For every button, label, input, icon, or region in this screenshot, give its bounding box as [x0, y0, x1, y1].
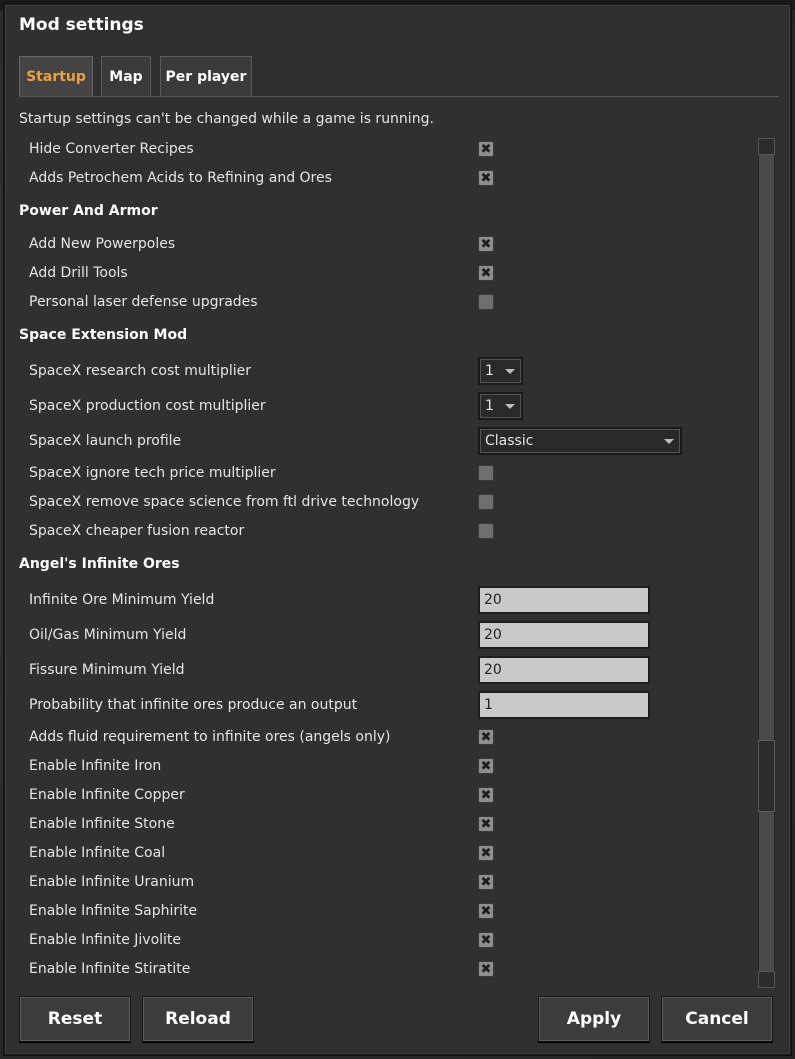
- setting-label: Add New Powerpoles: [29, 236, 176, 252]
- setting-label: Adds Petrochem Acids to Refining and Ore…: [29, 170, 332, 186]
- scrollbar-top-cap: [758, 138, 775, 155]
- probability-output-input[interactable]: [478, 691, 650, 719]
- setting-label: Infinite Ore Minimum Yield: [29, 592, 215, 608]
- oilgas-min-yield-input[interactable]: [478, 621, 650, 649]
- infinite-coal-checkbox[interactable]: ✖: [478, 845, 494, 861]
- setting-label: Enable Infinite Stiratite: [29, 961, 191, 977]
- setting-label: SpaceX production cost multiplier: [29, 398, 266, 414]
- scrollbar-bottom-cap: [758, 971, 775, 988]
- setting-label: Add Drill Tools: [29, 265, 128, 281]
- infinite-jivolite-checkbox[interactable]: ✖: [478, 932, 494, 948]
- setting-label: Enable Infinite Uranium: [29, 874, 195, 890]
- setting-label: SpaceX remove space science from ftl dri…: [29, 494, 420, 510]
- fluid-requirement-checkbox[interactable]: ✖: [478, 729, 494, 745]
- cancel-button[interactable]: Cancel: [661, 996, 773, 1042]
- setting-label: SpaceX launch profile: [29, 433, 182, 449]
- scrollbar-track[interactable]: [758, 138, 775, 988]
- infinite-uranium-checkbox[interactable]: ✖: [478, 874, 494, 890]
- dropdown-value: 1: [485, 363, 494, 379]
- cheaper-fusion-checkbox[interactable]: [478, 523, 494, 539]
- powerpoles-checkbox[interactable]: ✖: [478, 236, 494, 252]
- setting-label: Hide Converter Recipes: [29, 141, 194, 157]
- setting-label: SpaceX cheaper fusion reactor: [29, 523, 245, 539]
- setting-label: Enable Infinite Stone: [29, 816, 175, 832]
- hide-converter-checkbox[interactable]: ✖: [478, 141, 494, 157]
- dropdown-value: 1: [485, 398, 494, 414]
- research-multiplier-dropdown[interactable]: 1: [478, 357, 523, 385]
- reload-button[interactable]: Reload: [142, 996, 254, 1042]
- launch-profile-dropdown[interactable]: Classic: [478, 427, 682, 455]
- group-title-angels-infinite-ores: Angel's Infinite Ores: [19, 556, 180, 572]
- apply-button[interactable]: Apply: [538, 996, 650, 1042]
- scrollbar-thumb[interactable]: [758, 740, 775, 812]
- setting-label: Probability that infinite ores produce a…: [29, 697, 358, 713]
- setting-label: Enable Infinite Copper: [29, 787, 185, 803]
- ore-min-yield-input[interactable]: [478, 586, 650, 614]
- dropdown-value: Classic: [485, 433, 534, 449]
- chevron-down-icon: [505, 404, 515, 409]
- setting-label: Enable Infinite Coal: [29, 845, 166, 861]
- production-multiplier-dropdown[interactable]: 1: [478, 392, 523, 420]
- setting-label: Enable Infinite Iron: [29, 758, 162, 774]
- setting-label: Adds fluid requirement to infinite ores …: [29, 729, 391, 745]
- setting-label: Enable Infinite Jivolite: [29, 932, 182, 948]
- setting-label: Fissure Minimum Yield: [29, 662, 185, 678]
- infinite-stiratite-checkbox[interactable]: ✖: [478, 961, 494, 977]
- reset-button[interactable]: Reset: [19, 996, 131, 1042]
- setting-label: Oil/Gas Minimum Yield: [29, 627, 187, 643]
- mod-settings-window: Mod settings Startup Map Per player Star…: [4, 4, 791, 1055]
- setting-label: SpaceX ignore tech price multiplier: [29, 465, 276, 481]
- remove-space-science-checkbox[interactable]: [478, 494, 494, 510]
- group-title-space-extension: Space Extension Mod: [19, 327, 188, 343]
- drill-tools-checkbox[interactable]: ✖: [478, 265, 494, 281]
- setting-label: SpaceX research cost multiplier: [29, 363, 252, 379]
- infinite-stone-checkbox[interactable]: ✖: [478, 816, 494, 832]
- petrochem-acids-checkbox[interactable]: ✖: [478, 170, 494, 186]
- chevron-down-icon: [664, 439, 674, 444]
- group-title-power-armor: Power And Armor: [19, 203, 158, 219]
- laser-defense-checkbox[interactable]: [478, 294, 494, 310]
- settings-list: Hide Converter Recipes ✖ Adds Petrochem …: [5, 5, 792, 1056]
- setting-label: Personal laser defense upgrades: [29, 294, 258, 310]
- setting-label: Enable Infinite Saphirite: [29, 903, 198, 919]
- infinite-iron-checkbox[interactable]: ✖: [478, 758, 494, 774]
- chevron-down-icon: [505, 369, 515, 374]
- fissure-min-yield-input[interactable]: [478, 656, 650, 684]
- ignore-tech-price-checkbox[interactable]: [478, 465, 494, 481]
- infinite-copper-checkbox[interactable]: ✖: [478, 787, 494, 803]
- infinite-saphirite-checkbox[interactable]: ✖: [478, 903, 494, 919]
